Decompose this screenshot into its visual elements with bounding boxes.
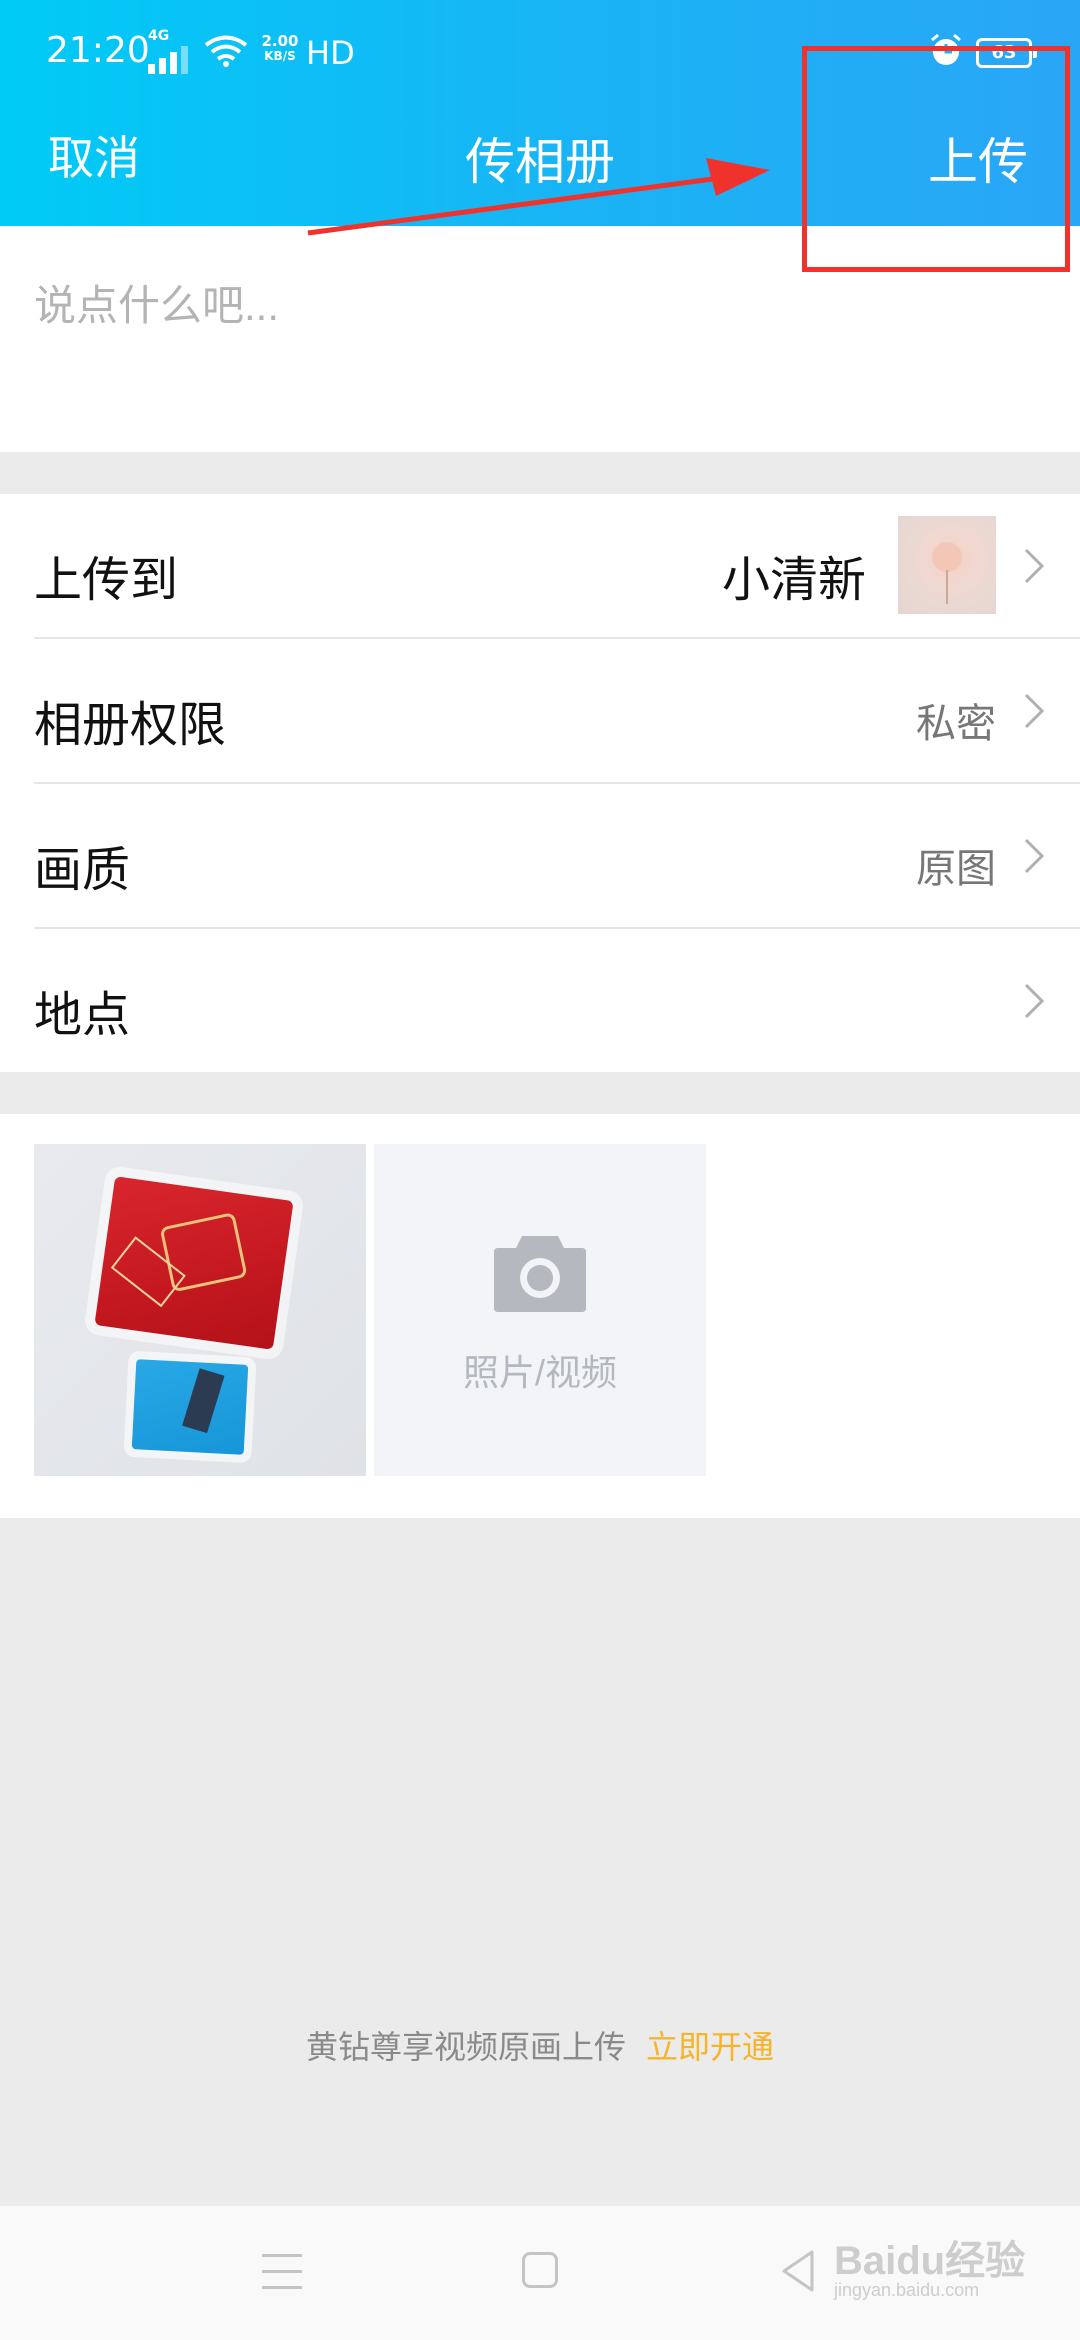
activate-link[interactable]: 立即开通 <box>646 2029 774 2065</box>
row-quality[interactable]: 画质 原图 <box>0 784 1080 929</box>
promo-text: 黄钻尊享视频原画上传 <box>305 2029 626 2065</box>
row-label: 上传到 <box>34 554 179 607</box>
row-album-permission[interactable]: 相册权限 私密 <box>0 639 1080 784</box>
row-value: 私密 <box>916 702 996 746</box>
chevron-right-icon <box>1024 548 1045 584</box>
row-value: 原图 <box>916 847 996 891</box>
chevron-right-icon <box>1024 838 1045 874</box>
row-label: 相册权限 <box>34 699 227 752</box>
home-icon[interactable] <box>522 2252 558 2288</box>
camera-icon <box>494 1236 586 1312</box>
row-location[interactable]: 地点 <box>0 929 1080 1074</box>
add-media-button[interactable]: 照片/视频 <box>374 1144 706 1476</box>
back-icon[interactable] <box>778 2248 818 2294</box>
album-thumbnail <box>898 516 996 614</box>
row-label: 画质 <box>34 844 131 897</box>
album-name: 小清新 <box>721 554 866 607</box>
chevron-right-icon <box>1024 983 1045 1019</box>
menu-icon[interactable] <box>262 2254 302 2292</box>
chevron-right-icon <box>1024 693 1045 729</box>
row-label: 地点 <box>34 989 131 1042</box>
selected-photo[interactable] <box>34 1144 366 1476</box>
promo-banner: 黄钻尊享视频原画上传 立即开通 <box>0 2022 1080 2068</box>
media-section: 照片/视频 <box>0 1114 1080 1518</box>
photo-content <box>94 1176 294 1350</box>
annotation-highlight-box <box>802 46 1070 272</box>
add-media-label: 照片/视频 <box>462 1352 617 1393</box>
watermark-logo: Baidu经验 <box>834 2239 1026 2283</box>
settings-list: 上传到 小清新 相册权限 私密 画质 原图 地点 <box>0 494 1080 1072</box>
row-upload-to[interactable]: 上传到 小清新 <box>0 494 1080 639</box>
watermark-url: jingyan.baidu.com <box>834 2280 980 2300</box>
system-nav-bar: Baidu经验 jingyan.baidu.com <box>0 2206 1080 2340</box>
photo-content <box>131 1359 249 1455</box>
